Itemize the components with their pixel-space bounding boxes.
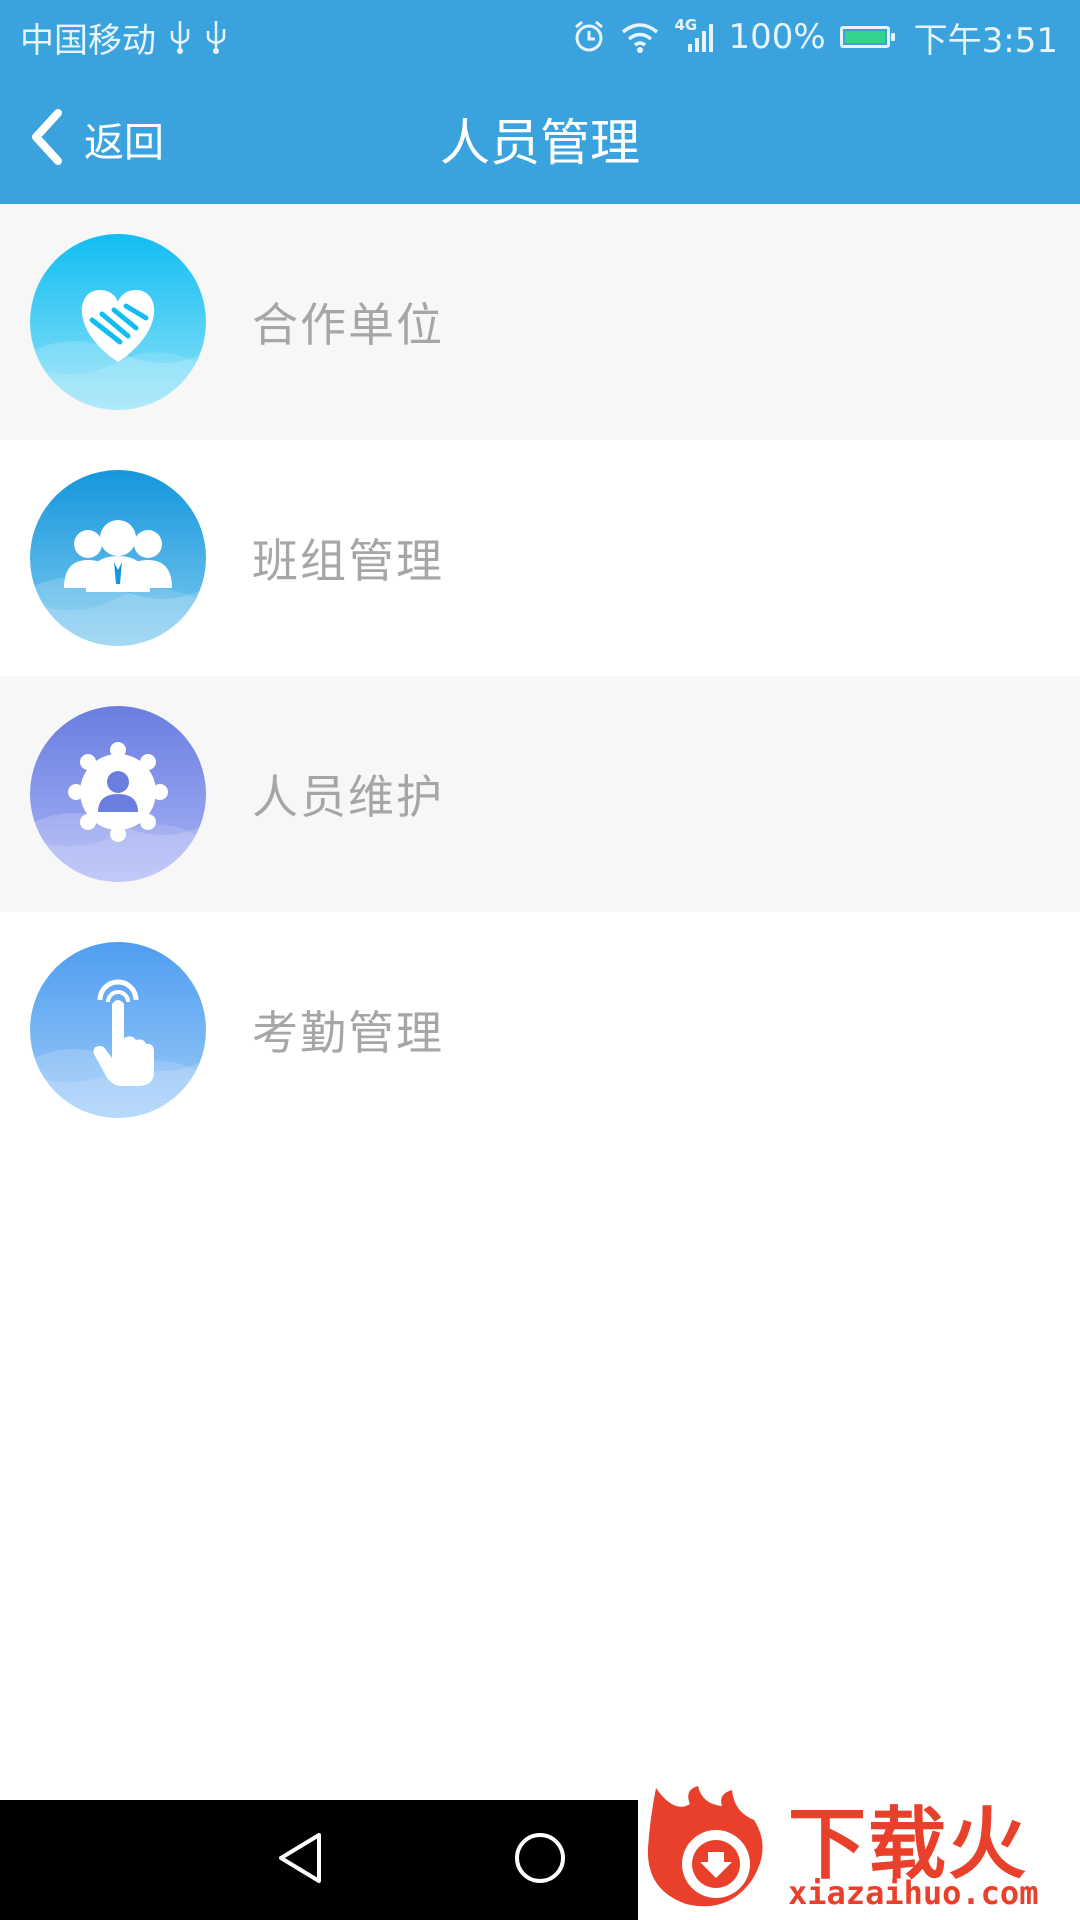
back-label: 返回 <box>84 120 164 166</box>
watermark-url: xiazaihuo.com <box>788 1874 1039 1912</box>
status-left: 中国移动 <box>20 0 228 74</box>
back-button[interactable]: 返回 <box>26 104 164 174</box>
handshake-icon <box>30 234 206 410</box>
menu-list: 合作单位 班组管理 人员维护 考勤管理 <box>0 204 1080 1148</box>
alarm-icon <box>572 20 606 54</box>
menu-item-attendance-management[interactable]: 考勤管理 <box>0 912 1080 1148</box>
signal-icon: 4G <box>674 16 714 54</box>
team-icon <box>30 470 206 646</box>
back-triangle-icon <box>275 1831 325 1889</box>
clock: 下午3:51 <box>913 20 1058 61</box>
carrier-label: 中国移动 <box>20 20 156 61</box>
battery-icon <box>839 26 895 48</box>
home-circle-icon <box>513 1831 567 1889</box>
menu-item-label: 人员维护 <box>252 770 444 824</box>
wifi-icon <box>620 20 660 54</box>
menu-item-label: 合作单位 <box>252 298 444 352</box>
menu-item-label: 班组管理 <box>252 534 444 588</box>
title-bar: 返回 人员管理 <box>0 74 1080 204</box>
usb-icon <box>204 19 228 55</box>
chevron-left-icon <box>26 107 66 171</box>
flame-logo-icon <box>646 1786 782 1920</box>
watermark: 下载火 xiazaihuo.com <box>638 1782 1080 1920</box>
menu-item-staff-maintenance[interactable]: 人员维护 <box>0 676 1080 912</box>
nav-back-button[interactable] <box>260 1820 340 1900</box>
user-badge-icon <box>30 706 206 882</box>
menu-item-partner-units[interactable]: 合作单位 <box>0 204 1080 440</box>
touch-icon <box>30 942 206 1118</box>
menu-item-label: 考勤管理 <box>252 1006 444 1060</box>
menu-item-team-management[interactable]: 班组管理 <box>0 440 1080 676</box>
battery-percent: 100% <box>728 17 826 57</box>
status-bar: 中国移动 4G 100% 下午3:51 <box>0 0 1080 74</box>
nav-home-button[interactable] <box>500 1820 580 1900</box>
network-type-label: 4G <box>674 16 698 34</box>
status-right: 4G 100% 下午3:51 <box>572 0 1058 74</box>
usb-icon <box>168 19 192 55</box>
